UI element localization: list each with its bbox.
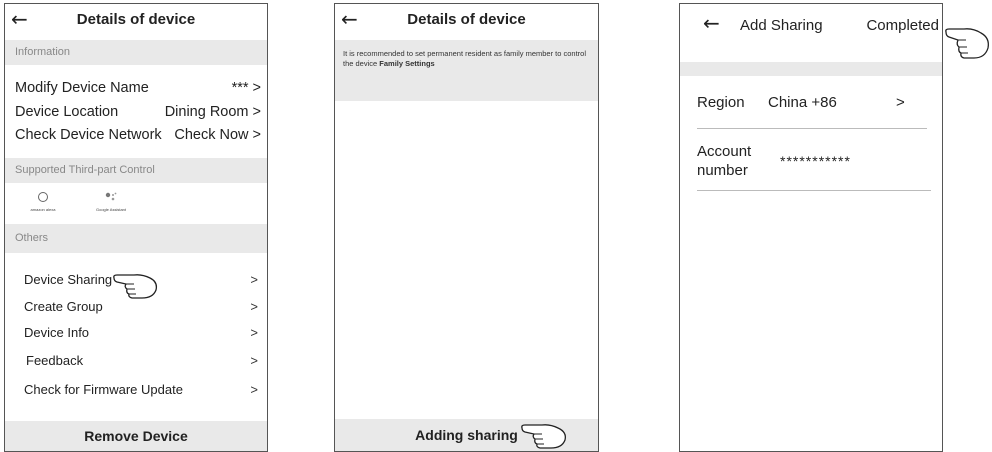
pointing-hand-icon — [521, 424, 566, 449]
chevron-right-icon: > — [250, 272, 258, 287]
chevron-right-icon: > — [250, 299, 258, 314]
modify-device-name-row[interactable]: Modify Device Name *** > — [5, 80, 267, 96]
top-bar: ← Add Sharing Completed — [680, 4, 942, 44]
device-info-row[interactable]: Device Info > — [5, 325, 267, 340]
divider-band — [680, 62, 942, 76]
page-title: Add Sharing — [740, 17, 823, 34]
row-value: Check Now > — [174, 127, 261, 143]
account-number-row[interactable]: Account number *********** — [697, 142, 931, 191]
alexa-label: amazon alexa — [30, 207, 56, 212]
feedback-row[interactable]: Feedback > — [5, 353, 267, 368]
section-header-others: Others — [5, 224, 267, 253]
completed-button[interactable]: Completed — [866, 17, 939, 34]
chevron-right-icon: > — [250, 325, 258, 340]
device-location-row[interactable]: Device Location Dining Room > — [5, 104, 267, 120]
row-label: Check for Firmware Update — [24, 382, 183, 397]
top-bar: ← Details of device — [5, 4, 267, 37]
back-arrow-icon[interactable]: ← — [703, 13, 720, 33]
region-row[interactable]: Region China +86 > — [697, 94, 927, 129]
account-number-input[interactable]: *********** — [780, 153, 851, 169]
chevron-right-icon: > — [896, 94, 905, 111]
row-label: Device Sharing — [24, 272, 113, 287]
page-title: Details of device — [407, 11, 526, 28]
row-value: *** > — [231, 80, 261, 96]
account-number-label: Account number — [697, 143, 752, 179]
google-assistant-label: Google Assistant — [95, 207, 127, 212]
create-group-row[interactable]: Create Group > — [5, 299, 267, 314]
family-settings-link[interactable]: Family Settings — [379, 59, 434, 68]
row-label: Device Info — [24, 325, 90, 340]
region-value: China +86 — [768, 94, 837, 111]
remove-device-button[interactable]: Remove Device — [5, 421, 267, 451]
family-settings-notice: It is recommended to set permanent resid… — [335, 40, 598, 101]
pointing-hand-icon — [113, 274, 158, 299]
page-title: Details of device — [76, 11, 196, 28]
region-label: Region — [697, 94, 745, 111]
chevron-right-icon: > — [250, 382, 258, 397]
chevron-right-icon: > — [250, 353, 258, 368]
top-bar: ← Details of device — [335, 4, 598, 37]
alexa-icon — [38, 192, 48, 202]
check-device-network-row[interactable]: Check Device Network Check Now > — [5, 127, 267, 143]
firmware-update-row[interactable]: Check for Firmware Update > — [5, 382, 267, 397]
row-label: Check Device Network — [15, 127, 162, 143]
google-assistant-option[interactable]: Google Assistant — [89, 190, 133, 212]
row-label: Create Group — [24, 299, 103, 314]
device-details-screen: ← Details of device Information Modify D… — [4, 3, 268, 452]
section-header-third-party: Supported Third-part Control — [5, 158, 267, 183]
row-value: Dining Room > — [164, 104, 261, 120]
alexa-option[interactable]: amazon alexa — [23, 190, 63, 212]
pointing-hand-icon — [945, 28, 989, 59]
row-label: Device Location — [15, 104, 119, 120]
row-label: Modify Device Name — [15, 80, 149, 96]
row-label: Feedback — [26, 353, 84, 368]
google-assistant-icon — [105, 192, 117, 201]
adding-sharing-screen: ← Details of device It is recommended to… — [334, 3, 599, 452]
add-sharing-screen: ← Add Sharing Completed Region China +86… — [679, 3, 943, 452]
section-header-information: Information — [5, 40, 267, 65]
